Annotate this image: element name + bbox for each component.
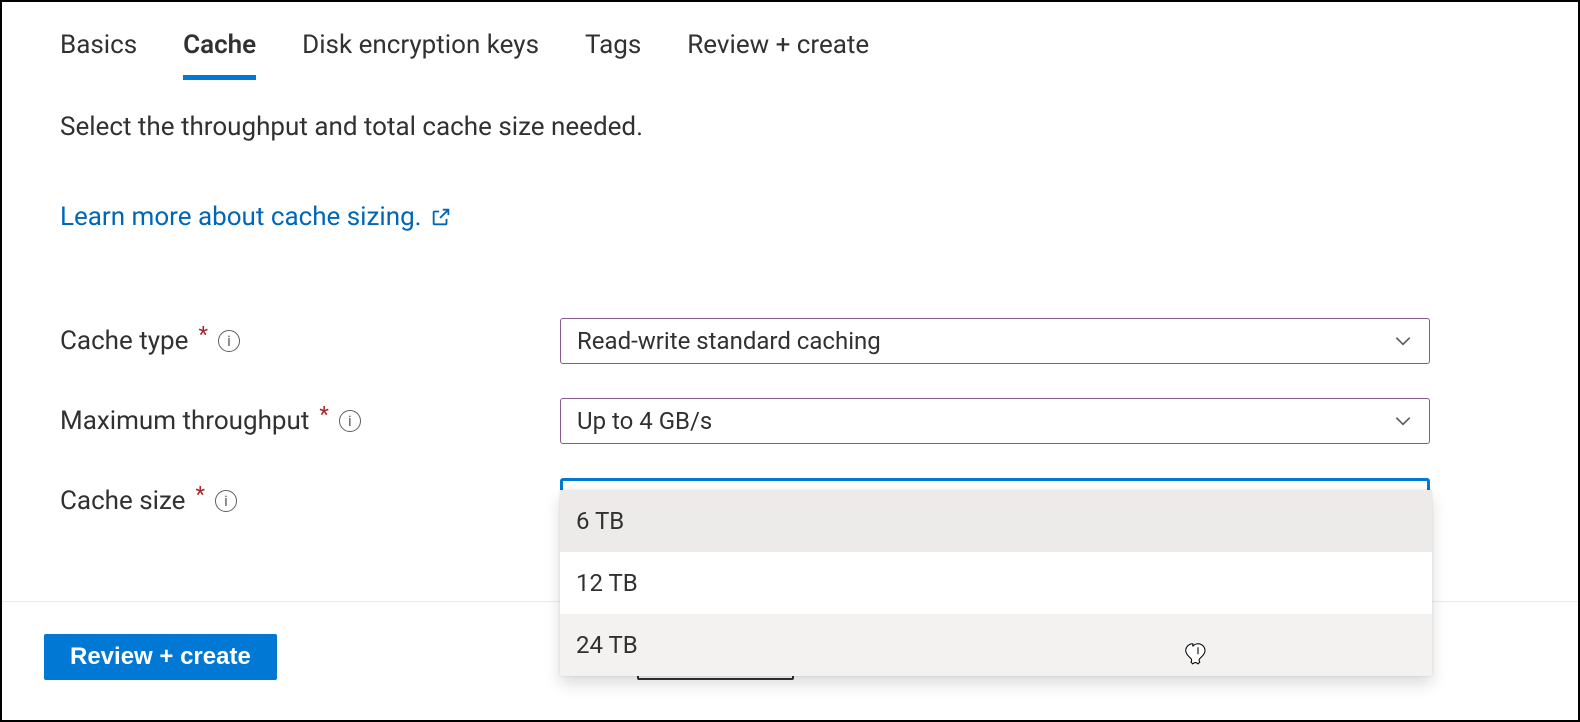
info-icon[interactable]: i: [215, 490, 237, 512]
tab-basics[interactable]: Basics: [60, 30, 137, 78]
review-create-button[interactable]: Review + create: [44, 634, 277, 680]
max-throughput-label: Maximum throughput * i: [60, 406, 560, 436]
cache-size-option[interactable]: 24 TB: [560, 614, 1432, 676]
cache-size-label-text: Cache size: [60, 486, 185, 516]
external-link-icon: [430, 206, 452, 228]
max-throughput-select[interactable]: Up to 4 GB/s: [560, 398, 1430, 444]
tab-tags[interactable]: Tags: [585, 30, 641, 78]
tab-disk-encryption-keys[interactable]: Disk encryption keys: [302, 30, 539, 78]
cache-size-label: Cache size * i: [60, 486, 560, 516]
cache-type-label: Cache type * i: [60, 326, 560, 356]
tabs-bar: Basics Cache Disk encryption keys Tags R…: [2, 2, 1578, 78]
max-throughput-value: Up to 4 GB/s: [577, 407, 712, 435]
cache-type-value: Read-write standard caching: [577, 327, 881, 355]
cache-size-option[interactable]: 12 TB: [560, 552, 1432, 614]
chevron-down-icon: [1393, 411, 1413, 431]
cache-size-dropdown: 6 TB 12 TB 24 TB: [560, 490, 1432, 676]
chevron-down-icon: [1393, 331, 1413, 351]
tab-description: Select the throughput and total cache si…: [2, 78, 1578, 142]
tab-review-create[interactable]: Review + create: [687, 30, 869, 78]
cache-size-option[interactable]: 6 TB: [560, 490, 1432, 552]
tab-cache[interactable]: Cache: [183, 30, 256, 78]
cache-type-select[interactable]: Read-write standard caching: [560, 318, 1430, 364]
cache-type-row: Cache type * i Read-write standard cachi…: [60, 318, 1520, 364]
cache-type-label-text: Cache type: [60, 326, 188, 356]
required-asterisk: *: [195, 483, 204, 508]
cache-form: Cache type * i Read-write standard cachi…: [2, 232, 1578, 524]
info-icon[interactable]: i: [218, 330, 240, 352]
required-asterisk: *: [198, 323, 207, 348]
learn-more-text: Learn more about cache sizing.: [60, 202, 422, 232]
max-throughput-label-text: Maximum throughput: [60, 406, 309, 436]
learn-more-link[interactable]: Learn more about cache sizing.: [2, 142, 1578, 232]
max-throughput-row: Maximum throughput * i Up to 4 GB/s: [60, 398, 1520, 444]
required-asterisk: *: [319, 403, 328, 428]
info-icon[interactable]: i: [339, 410, 361, 432]
